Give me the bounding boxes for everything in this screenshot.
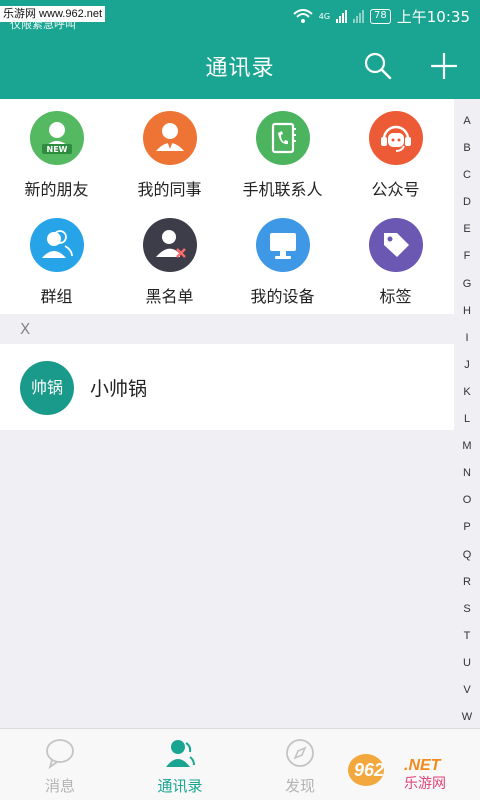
- new-badge: NEW: [46, 145, 68, 154]
- category-label: 黑名单: [145, 287, 194, 306]
- index-letter[interactable]: F: [454, 243, 480, 270]
- index-letter[interactable]: P: [454, 514, 480, 541]
- index-letter[interactable]: A: [454, 108, 480, 135]
- emergency-hint: 仅限紧急呼叫: [10, 18, 76, 31]
- index-letter[interactable]: L: [454, 406, 480, 433]
- tab-discover[interactable]: 发现: [240, 729, 360, 800]
- category-new-friends[interactable]: NEW 新的朋友: [0, 99, 113, 199]
- header: 通讯录: [0, 38, 480, 96]
- index-letter[interactable]: R: [454, 569, 480, 596]
- index-letter[interactable]: J: [454, 352, 480, 379]
- official-account-icon: [369, 111, 423, 165]
- index-letter[interactable]: S: [454, 596, 480, 623]
- category-official-accounts[interactable]: 公众号: [339, 99, 452, 199]
- index-letter[interactable]: U: [454, 650, 480, 677]
- index-letter[interactable]: V: [454, 677, 480, 704]
- phone-contacts-icon: [256, 111, 310, 165]
- category-phone-contacts[interactable]: 手机联系人: [226, 99, 339, 199]
- index-letter[interactable]: T: [454, 623, 480, 650]
- category-blacklist[interactable]: 黑名单: [113, 206, 226, 306]
- new-friend-icon: NEW: [30, 111, 84, 165]
- category-label: 我的同事: [137, 180, 202, 199]
- category-label: 公众号: [371, 180, 420, 199]
- index-letter[interactable]: Q: [454, 542, 480, 569]
- category-colleagues[interactable]: 我的同事: [113, 99, 226, 199]
- avatar: 帅锅: [20, 361, 74, 415]
- index-letter[interactable]: E: [454, 216, 480, 243]
- add-icon[interactable]: [428, 50, 460, 82]
- index-letter[interactable]: B: [454, 135, 480, 162]
- section-letter: X: [20, 320, 31, 338]
- contact-name: 小帅锅: [90, 378, 148, 400]
- alphabet-index[interactable]: ABCDEFGHIJKLMNOPQRSTUVW: [454, 108, 480, 728]
- clock: 上午10:35: [396, 7, 470, 26]
- svg-text:乐游网: 乐游网: [404, 776, 446, 792]
- index-letter[interactable]: I: [454, 325, 480, 352]
- svg-text:.NET: .NET: [404, 757, 442, 774]
- signal-icon: [336, 9, 348, 23]
- colleague-icon: [143, 111, 197, 165]
- index-letter[interactable]: G: [454, 271, 480, 298]
- tab-label: 消息: [44, 777, 75, 795]
- contact-categories-grid: NEW 新的朋友 我的同事 手机联系人 公众号 群组 黑名单 我的设备 标签: [0, 99, 454, 314]
- blacklist-icon: [143, 218, 197, 272]
- index-letter[interactable]: C: [454, 162, 480, 189]
- index-letter[interactable]: H: [454, 298, 480, 325]
- device-icon: [256, 218, 310, 272]
- category-label: 标签: [379, 287, 412, 306]
- tab-label: 发现: [284, 777, 315, 795]
- tab-messages[interactable]: 消息: [0, 729, 120, 800]
- tab-contacts[interactable]: 通讯录: [120, 729, 240, 800]
- contacts-icon: [166, 740, 195, 767]
- tab-label: 通讯录: [157, 777, 203, 795]
- index-letter[interactable]: O: [454, 487, 480, 514]
- index-letter[interactable]: M: [454, 433, 480, 460]
- page-title: 通讯录: [205, 56, 275, 81]
- category-label: 我的设备: [250, 287, 315, 306]
- wifi-icon: [293, 9, 313, 23]
- contact-row[interactable]: 帅锅 小帅锅: [0, 344, 454, 430]
- top-bar: 乐游网 www.962.net 仅限紧急呼叫 4G 78 上午10:35 通讯录: [0, 0, 480, 99]
- search-icon[interactable]: [362, 50, 394, 82]
- category-my-devices[interactable]: 我的设备: [226, 206, 339, 306]
- index-letter[interactable]: N: [454, 460, 480, 487]
- group-icon: [30, 218, 84, 272]
- index-letter[interactable]: K: [454, 379, 480, 406]
- category-label: 手机联系人: [242, 180, 323, 199]
- index-letter[interactable]: D: [454, 189, 480, 216]
- category-label: 群组: [40, 287, 73, 306]
- battery-icon: 78: [370, 8, 391, 24]
- svg-text:962: 962: [354, 760, 384, 780]
- network-type: 4G: [318, 11, 331, 21]
- compass-icon: [286, 739, 314, 767]
- category-groups[interactable]: 群组: [0, 206, 113, 306]
- section-header: X: [0, 314, 454, 344]
- signal-icon-2: [353, 9, 365, 23]
- status-bar: 乐游网 www.962.net 仅限紧急呼叫 4G 78 上午10:35: [0, 0, 480, 32]
- message-icon: [46, 739, 74, 769]
- watermark-logo: 962 .NET 乐游网: [348, 754, 446, 792]
- status-indicators: 4G 78 上午10:35: [293, 6, 470, 26]
- category-label: 新的朋友: [24, 180, 89, 199]
- category-tags[interactable]: 标签: [339, 206, 452, 306]
- tag-icon: [369, 218, 423, 272]
